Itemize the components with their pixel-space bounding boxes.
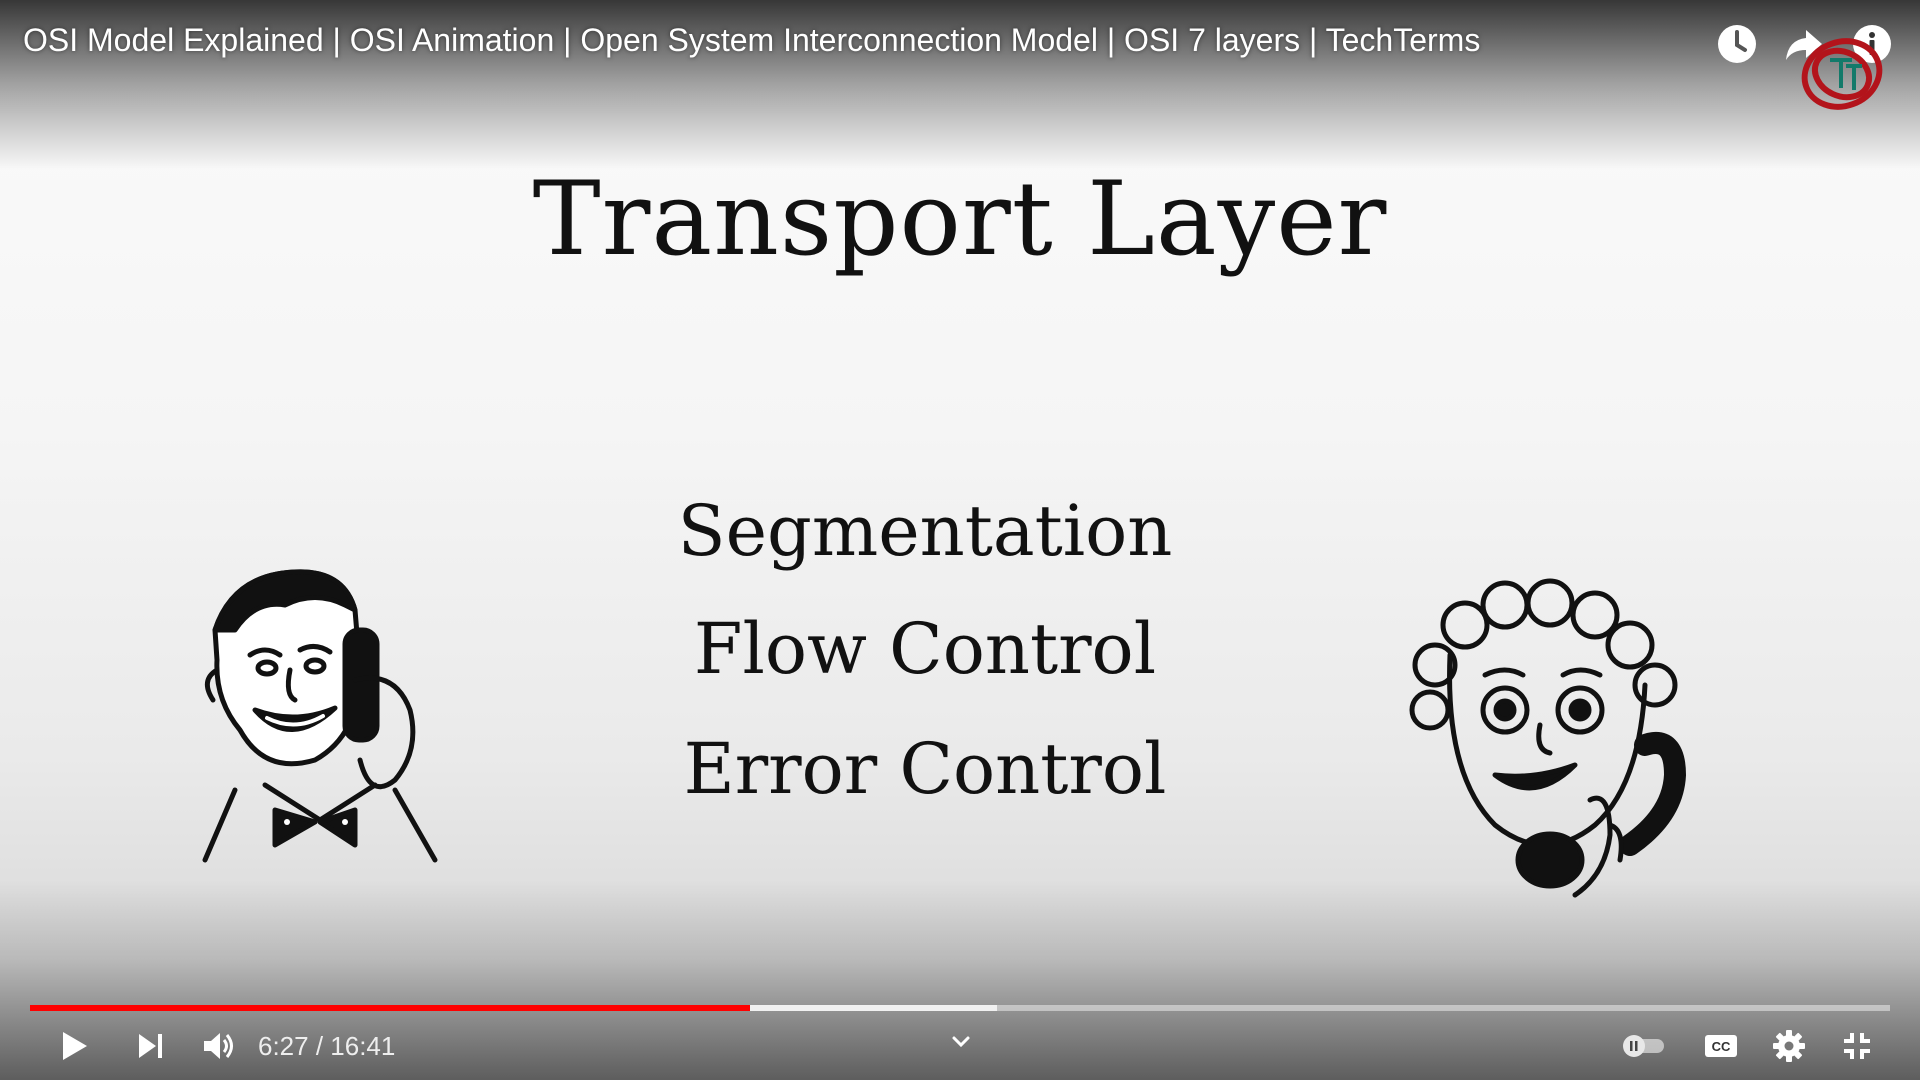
progress-bar[interactable] [30,1005,1890,1011]
volume-icon [204,1033,233,1059]
video-player[interactable]: Transport Layer Segmentation Flow Contro… [0,0,1920,1080]
play-button[interactable] [52,1026,98,1066]
watch-later-button[interactable] [1713,20,1761,68]
play-icon [63,1032,87,1060]
volume-button[interactable] [196,1026,242,1066]
channel-watermark-logo[interactable] [1796,30,1888,116]
woman-on-phone-illustration [1409,578,1686,898]
man-on-phone-illustration [202,569,438,863]
cc-icon: CC [1705,1035,1737,1057]
settings-button[interactable] [1768,1026,1810,1066]
chapters-button[interactable] [944,1028,978,1056]
video-title[interactable]: OSI Model Explained | OSI Animation | Op… [23,22,1480,59]
progress-played [30,1005,750,1011]
svg-text:CC: CC [1712,1039,1731,1054]
next-button[interactable] [128,1026,174,1066]
chevron-down-icon [952,1036,970,1048]
slide-heading: Transport Layer [532,160,1388,279]
clock-icon [1718,25,1756,63]
exit-fullscreen-button[interactable] [1836,1026,1878,1066]
captions-button[interactable]: CC [1700,1026,1742,1066]
autoplay-toggle-icon [1623,1035,1664,1057]
gear-icon [1773,1030,1805,1062]
autoplay-toggle[interactable] [1620,1026,1670,1066]
time-display: 6:27 / 16:41 [258,1031,396,1061]
exit-fullscreen-icon [1844,1033,1870,1059]
next-icon [139,1034,162,1058]
